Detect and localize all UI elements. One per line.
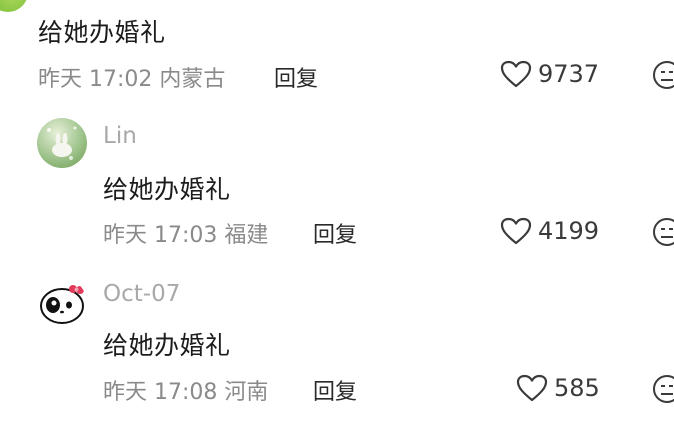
reply-button[interactable]: 回复 bbox=[313, 374, 357, 406]
comment-meta: 昨天 17:08 河南 bbox=[103, 374, 268, 406]
username[interactable]: Oct-07 bbox=[103, 281, 180, 307]
comment-date: 昨天 bbox=[103, 380, 148, 405]
comment-text: 给她办婚礼 bbox=[38, 18, 166, 47]
comment-time: 17:08 bbox=[154, 380, 218, 405]
avatar-partial[interactable] bbox=[0, 0, 28, 12]
comment-date: 昨天 bbox=[103, 223, 148, 248]
comment-meta: 昨天 17:03 福建 bbox=[103, 217, 268, 249]
heart-icon bbox=[500, 60, 532, 88]
comment-meta: 昨天 17:02 内蒙古 bbox=[38, 61, 225, 93]
comment-text: 给她办婚礼 bbox=[103, 331, 231, 360]
heart-icon bbox=[516, 374, 548, 402]
neutral-face-icon[interactable] bbox=[652, 60, 674, 90]
comment-location: 河南 bbox=[224, 380, 269, 405]
reply-button[interactable]: 回复 bbox=[313, 217, 357, 249]
comment-time: 17:03 bbox=[154, 223, 218, 248]
comment-time: 17:02 bbox=[89, 67, 153, 92]
heart-icon bbox=[500, 217, 532, 245]
neutral-face-icon[interactable] bbox=[652, 374, 674, 404]
comment-text: 给她办婚礼 bbox=[103, 175, 231, 204]
user-avatar[interactable] bbox=[37, 278, 87, 328]
neutral-face-icon[interactable] bbox=[652, 217, 674, 247]
comment-location: 内蒙古 bbox=[159, 67, 226, 92]
panda-kitty-avatar-icon bbox=[40, 285, 84, 324]
bunny-avatar-icon bbox=[47, 126, 77, 160]
reply-button[interactable]: 回复 bbox=[274, 61, 318, 93]
username[interactable]: Lin bbox=[103, 123, 137, 149]
like-count: 4199 bbox=[538, 217, 600, 245]
like-count: 585 bbox=[554, 374, 600, 402]
comment-date: 昨天 bbox=[38, 67, 83, 92]
like-button[interactable]: 585 bbox=[516, 374, 600, 402]
user-avatar[interactable] bbox=[37, 118, 87, 168]
like-button[interactable]: 4199 bbox=[500, 217, 599, 245]
comment-location: 福建 bbox=[224, 223, 269, 248]
like-button[interactable]: 9737 bbox=[500, 60, 599, 88]
like-count: 9737 bbox=[538, 60, 600, 88]
